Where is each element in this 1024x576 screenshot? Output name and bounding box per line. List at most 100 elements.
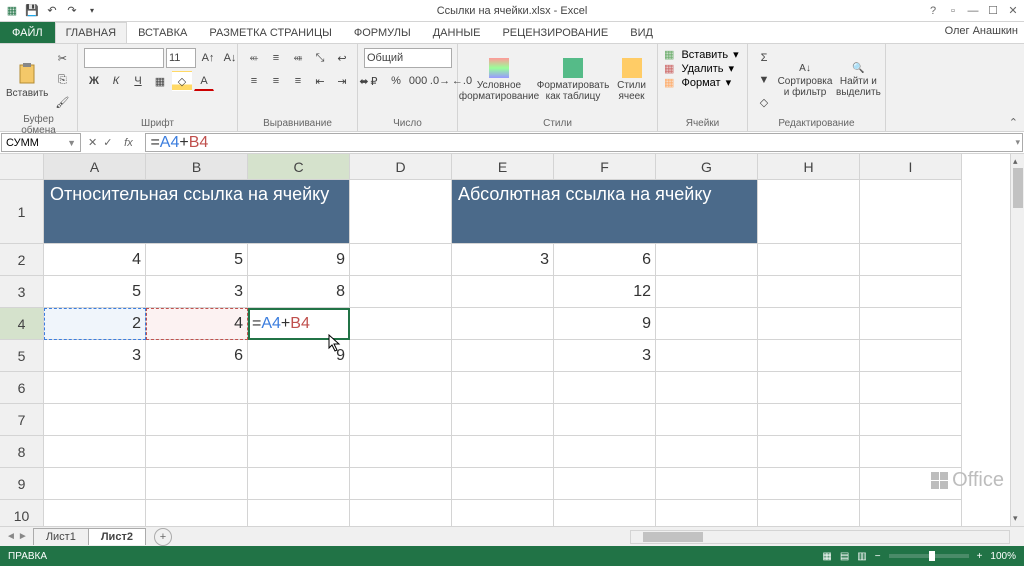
font-family-combo[interactable]	[84, 48, 164, 68]
cell-B2[interactable]: 5	[146, 244, 248, 276]
cell-H10[interactable]	[758, 500, 860, 526]
cell-D10[interactable]	[350, 500, 452, 526]
bold-button[interactable]: Ж	[84, 71, 104, 91]
col-F[interactable]: F	[554, 154, 656, 180]
col-D[interactable]: D	[350, 154, 452, 180]
cell-A4[interactable]: 2	[44, 308, 146, 340]
delete-cells-button[interactable]: ▦ Удалить ▾	[664, 62, 734, 75]
cell-D8[interactable]	[350, 436, 452, 468]
tab-insert[interactable]: ВСТАВКА	[127, 22, 198, 43]
cell-B4[interactable]: 4	[146, 308, 248, 340]
col-G[interactable]: G	[656, 154, 758, 180]
cell-D6[interactable]	[350, 372, 452, 404]
cell-F3[interactable]: 12	[554, 276, 656, 308]
currency-icon[interactable]: ₽	[364, 71, 384, 91]
align-middle-icon[interactable]: ≡	[266, 48, 286, 68]
row-1[interactable]: 1	[0, 180, 44, 244]
cell-styles-button[interactable]: Стили ячеек	[612, 48, 651, 112]
cell-C4-editing[interactable]: =A4+B4	[248, 308, 350, 340]
fill-color-icon[interactable]: ◇	[172, 71, 192, 91]
namebox-dropdown-icon[interactable]: ▼	[67, 138, 76, 148]
cell-D7[interactable]	[350, 404, 452, 436]
row-3[interactable]: 3	[0, 276, 44, 308]
cell-C3[interactable]: 8	[248, 276, 350, 308]
cell-I4[interactable]	[860, 308, 962, 340]
cell-G10[interactable]	[656, 500, 758, 526]
cell-B9[interactable]	[146, 468, 248, 500]
insert-cells-button[interactable]: ▦ Вставить ▾	[664, 48, 739, 61]
format-cells-button[interactable]: ▦ Формат ▾	[664, 76, 731, 89]
comma-icon[interactable]: 000	[408, 71, 428, 91]
cell-A10[interactable]	[44, 500, 146, 526]
align-top-icon[interactable]: ⬴	[244, 48, 264, 68]
cell-H5[interactable]	[758, 340, 860, 372]
add-sheet-button[interactable]: +	[154, 528, 172, 546]
font-color-icon[interactable]: A	[194, 71, 214, 91]
enter-formula-icon[interactable]: ✓	[103, 136, 112, 149]
cell-A1[interactable]: Относительная ссылка на ячейку	[44, 180, 350, 244]
format-painter-icon[interactable]: 🖌	[52, 92, 72, 112]
col-E[interactable]: E	[452, 154, 554, 180]
paste-button[interactable]: Вставить	[6, 48, 48, 112]
autosum-icon[interactable]: Σ	[754, 48, 774, 68]
cell-C10[interactable]	[248, 500, 350, 526]
zoom-level[interactable]: 100%	[990, 551, 1016, 562]
increase-font-icon[interactable]: A↑	[198, 48, 218, 68]
sheet-nav-prev-icon[interactable]: ◄	[6, 531, 16, 542]
cell-I7[interactable]	[860, 404, 962, 436]
decrease-font-icon[interactable]: A↓	[220, 48, 240, 68]
cell-D4[interactable]	[350, 308, 452, 340]
cell-G3[interactable]	[656, 276, 758, 308]
maximize-icon[interactable]: ☐	[986, 4, 1000, 18]
cell-A9[interactable]	[44, 468, 146, 500]
col-I[interactable]: I	[860, 154, 962, 180]
row-4[interactable]: 4	[0, 308, 44, 340]
font-size-combo[interactable]: 11	[166, 48, 196, 68]
help-icon[interactable]: ?	[926, 4, 940, 18]
cell-G5[interactable]	[656, 340, 758, 372]
percent-icon[interactable]: %	[386, 71, 406, 91]
cell-D9[interactable]	[350, 468, 452, 500]
cell-D2[interactable]	[350, 244, 452, 276]
cell-G7[interactable]	[656, 404, 758, 436]
cell-E6[interactable]	[452, 372, 554, 404]
cell-B6[interactable]	[146, 372, 248, 404]
col-H[interactable]: H	[758, 154, 860, 180]
align-left-icon[interactable]: ≡	[244, 71, 264, 91]
cell-B3[interactable]: 3	[146, 276, 248, 308]
conditional-formatting-button[interactable]: Условное форматирование	[464, 48, 534, 112]
cell-F9[interactable]	[554, 468, 656, 500]
fx-icon[interactable]: fx	[118, 137, 138, 149]
user-name[interactable]: Олег Анашкин	[945, 25, 1018, 37]
cell-I6[interactable]	[860, 372, 962, 404]
row-6[interactable]: 6	[0, 372, 44, 404]
zoom-in-icon[interactable]: +	[977, 551, 983, 562]
cell-H8[interactable]	[758, 436, 860, 468]
cell-G4[interactable]	[656, 308, 758, 340]
expand-formula-bar-icon[interactable]: ▾	[1015, 137, 1020, 148]
cell-B10[interactable]	[146, 500, 248, 526]
cut-icon[interactable]: ✂	[52, 48, 72, 68]
col-C[interactable]: C	[248, 154, 350, 180]
clear-icon[interactable]: ◇	[754, 92, 774, 112]
cell-C2[interactable]: 9	[248, 244, 350, 276]
cell-H2[interactable]	[758, 244, 860, 276]
italic-button[interactable]: К	[106, 71, 126, 91]
col-A[interactable]: A	[44, 154, 146, 180]
file-tab[interactable]: ФАЙЛ	[0, 22, 55, 43]
cell-G9[interactable]	[656, 468, 758, 500]
tab-page-layout[interactable]: РАЗМЕТКА СТРАНИЦЫ	[198, 22, 342, 43]
redo-icon[interactable]: ↷	[64, 3, 80, 19]
tab-home[interactable]: ГЛАВНАЯ	[55, 22, 127, 43]
cell-F7[interactable]	[554, 404, 656, 436]
cell-H7[interactable]	[758, 404, 860, 436]
row-7[interactable]: 7	[0, 404, 44, 436]
close-icon[interactable]: ✕	[1006, 4, 1020, 18]
cell-A6[interactable]	[44, 372, 146, 404]
cell-B8[interactable]	[146, 436, 248, 468]
cell-A7[interactable]	[44, 404, 146, 436]
cell-C5[interactable]: 9	[248, 340, 350, 372]
orientation-icon[interactable]: ⤡	[310, 48, 330, 68]
col-B[interactable]: B	[146, 154, 248, 180]
cell-E3[interactable]	[452, 276, 554, 308]
